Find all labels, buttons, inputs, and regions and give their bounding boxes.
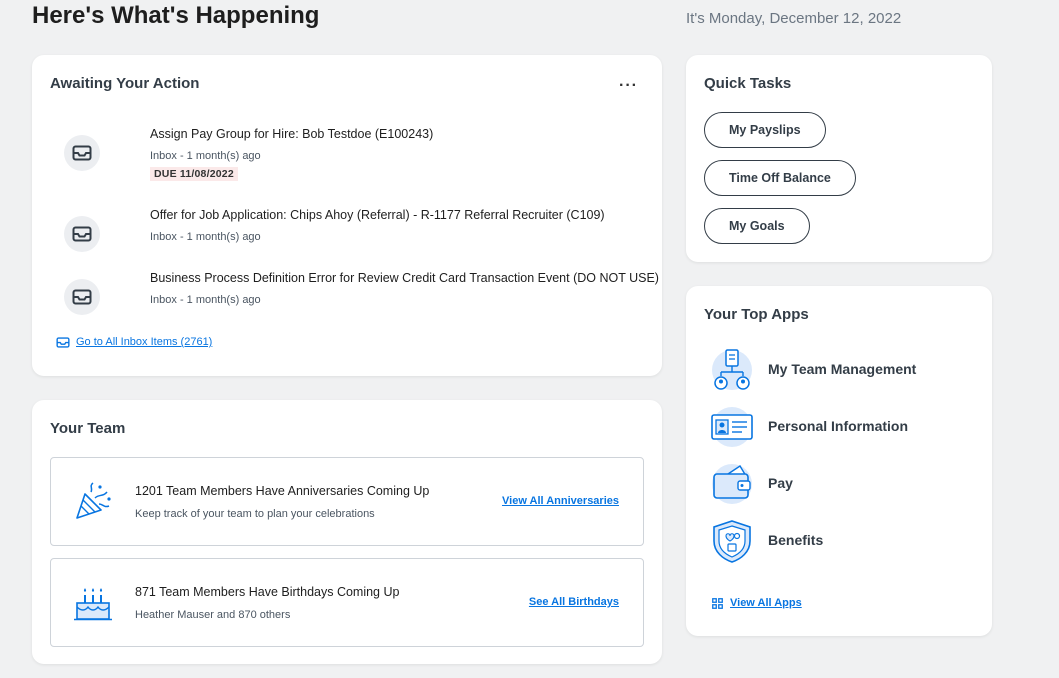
more-options-icon[interactable]: ··· (619, 77, 638, 95)
see-all-birthdays-link[interactable]: See All Birthdays (529, 596, 619, 608)
anniversaries-title: 1201 Team Members Have Anniversaries Com… (135, 484, 430, 498)
inbox-tray-icon (64, 135, 100, 171)
page-title: Here's What's Happening (32, 2, 320, 29)
team-management-icon (712, 349, 752, 390)
your-team-card: Your Team 1201 Team Members Have Anniver… (32, 400, 662, 664)
current-date: It's Monday, December 12, 2022 (686, 10, 902, 27)
all-inbox-items-link[interactable]: Go to All Inbox Items (2761) (56, 336, 212, 348)
inbox-tray-icon (64, 216, 100, 252)
shield-icon (713, 520, 751, 563)
inbox-link-icon (56, 336, 70, 348)
my-payslips-button[interactable]: My Payslips (704, 112, 826, 148)
app-label[interactable]: Pay (768, 475, 793, 491)
awaiting-title: Awaiting Your Action (50, 75, 200, 92)
birthday-cake-icon (74, 588, 112, 621)
inbox-item-title[interactable]: Business Process Definition Error for Re… (150, 271, 659, 285)
view-all-anniversaries-link[interactable]: View All Anniversaries (502, 495, 619, 507)
id-card-icon (711, 407, 753, 447)
party-popper-icon (76, 482, 111, 519)
view-all-apps-label[interactable]: View All Apps (730, 597, 802, 609)
app-pay[interactable]: Pay (710, 462, 970, 506)
app-benefits[interactable]: Benefits (710, 519, 970, 563)
anniversaries-panel: 1201 Team Members Have Anniversaries Com… (50, 457, 644, 546)
awaiting-action-card: Awaiting Your Action ··· Assign Pay Grou… (32, 55, 662, 376)
inbox-item-meta: Inbox - 1 month(s) ago (150, 294, 261, 306)
app-personal-information[interactable]: Personal Information (710, 405, 970, 449)
inbox-item-meta: Inbox - 1 month(s) ago (150, 231, 261, 243)
top-apps-title: Your Top Apps (704, 306, 809, 323)
birthdays-panel: 871 Team Members Have Birthdays Coming U… (50, 558, 644, 647)
wallet-icon (712, 464, 752, 504)
my-goals-button[interactable]: My Goals (704, 208, 810, 244)
birthdays-subtitle: Heather Mauser and 870 others (135, 609, 291, 621)
inbox-item-meta: Inbox - 1 month(s) ago (150, 150, 261, 162)
top-apps-card: Your Top Apps My Team Management Persona… (686, 286, 992, 636)
team-title: Your Team (50, 420, 126, 437)
birthdays-title: 871 Team Members Have Birthdays Coming U… (135, 585, 400, 599)
inbox-item-title[interactable]: Assign Pay Group for Hire: Bob Testdoe (… (150, 127, 433, 141)
app-label[interactable]: Personal Information (768, 418, 908, 434)
app-label[interactable]: Benefits (768, 532, 823, 548)
app-my-team-management[interactable]: My Team Management (710, 348, 970, 392)
quick-tasks-title: Quick Tasks (704, 75, 792, 92)
view-all-apps-link[interactable]: View All Apps (712, 597, 802, 609)
quick-tasks-card: Quick Tasks My Payslips Time Off Balance… (686, 55, 992, 262)
inbox-tray-icon (64, 279, 100, 315)
grid-icon (712, 597, 723, 609)
all-inbox-items-label[interactable]: Go to All Inbox Items (2761) (76, 336, 212, 348)
time-off-balance-button[interactable]: Time Off Balance (704, 160, 856, 196)
anniversaries-subtitle: Keep track of your team to plan your cel… (135, 508, 375, 520)
app-label[interactable]: My Team Management (768, 361, 916, 377)
inbox-item-title[interactable]: Offer for Job Application: Chips Ahoy (R… (150, 208, 605, 222)
due-date-badge: DUE 11/08/2022 (150, 167, 238, 181)
